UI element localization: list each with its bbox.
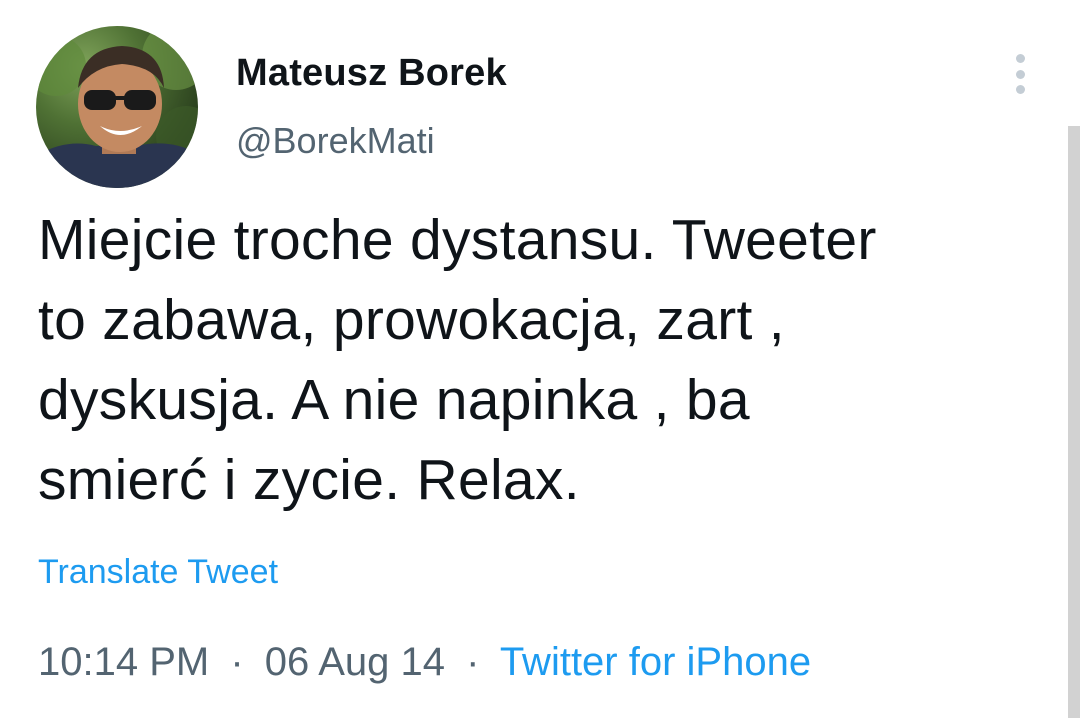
more-options-icon: [1015, 85, 1025, 94]
separator: ·: [466, 640, 480, 684]
tweet-card: Mateusz Borek @BorekMati Miejcie troche …: [0, 0, 1080, 718]
tweet-text: Miejcie troche dystansu. Tweeter to zaba…: [38, 208, 877, 512]
tweet-time[interactable]: 10:14 PM: [38, 640, 209, 684]
more-options-icon: [1015, 54, 1025, 63]
avatar-photo-icon: [36, 26, 198, 188]
author-display-name[interactable]: Mateusz Borek: [236, 52, 507, 95]
separator: ·: [230, 640, 244, 684]
tweet-date[interactable]: 06 Aug 14: [265, 640, 445, 684]
scrollbar[interactable]: [1068, 126, 1080, 718]
avatar[interactable]: [36, 26, 198, 188]
tweet-metadata: 10:14 PM · 06 Aug 14 · Twitter for iPhon…: [38, 640, 811, 685]
translate-tweet-link[interactable]: Translate Tweet: [38, 553, 278, 592]
more-options-icon: [1015, 69, 1025, 79]
tweet-source-link[interactable]: Twitter for iPhone: [500, 640, 811, 684]
author-handle[interactable]: @BorekMati: [236, 120, 435, 162]
more-options-button[interactable]: [1000, 50, 1040, 98]
